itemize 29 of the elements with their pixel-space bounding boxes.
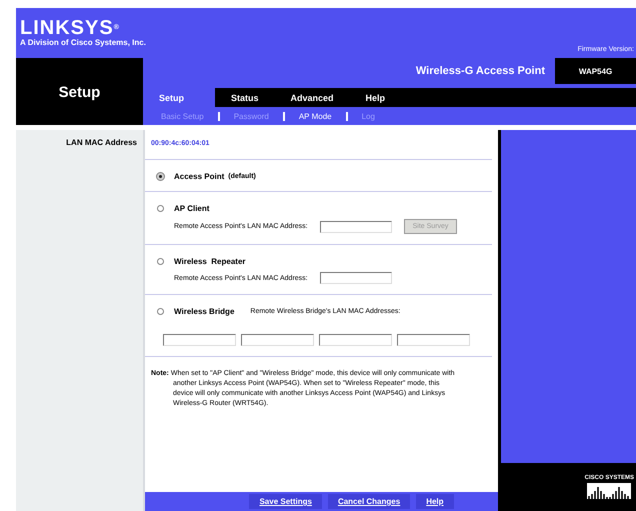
mode-label: AP Client [174,204,210,213]
nav-tab[interactable]: Advanced [274,88,350,107]
mode-label: Access Point [174,172,224,181]
radio-button[interactable] [157,258,164,265]
sub-tab[interactable]: AP Mode [298,112,332,120]
footer-button[interactable]: Cancel Changes [328,494,410,509]
linksys-logo: LINKSYS$^{®}$ [20,18,121,38]
mode-label: Wireless Bridge [174,307,234,316]
mac-input-field[interactable] [397,334,470,346]
radio-button[interactable] [157,308,164,315]
footer-button[interactable]: Help [416,494,454,509]
mac-input-field[interactable] [163,334,236,346]
brand-tagline: A Division of Cisco Systems, Inc. [20,38,146,47]
radio-button[interactable] [157,173,164,180]
model-name: WAP54G [578,66,614,78]
section-title: Setup [58,84,100,103]
mac-address-label: LAN MAC Address [65,137,138,147]
nav-tab[interactable]: Status [215,88,275,107]
mode-label: Wireless Repeater [174,257,246,266]
bridge-bars-icon [587,483,632,499]
nav-tab[interactable]: Setup [143,88,215,107]
footer-button[interactable]: Save Settings [249,494,322,509]
mac-input-field[interactable] [320,272,392,284]
product-name: Wireless-G Access Point [416,65,545,77]
nav-tab[interactable]: Help [350,88,402,107]
mac-input-field[interactable] [320,220,392,232]
radio-button[interactable] [157,205,164,212]
mac-input-field[interactable] [319,334,392,346]
mac-input-field[interactable] [241,334,314,346]
